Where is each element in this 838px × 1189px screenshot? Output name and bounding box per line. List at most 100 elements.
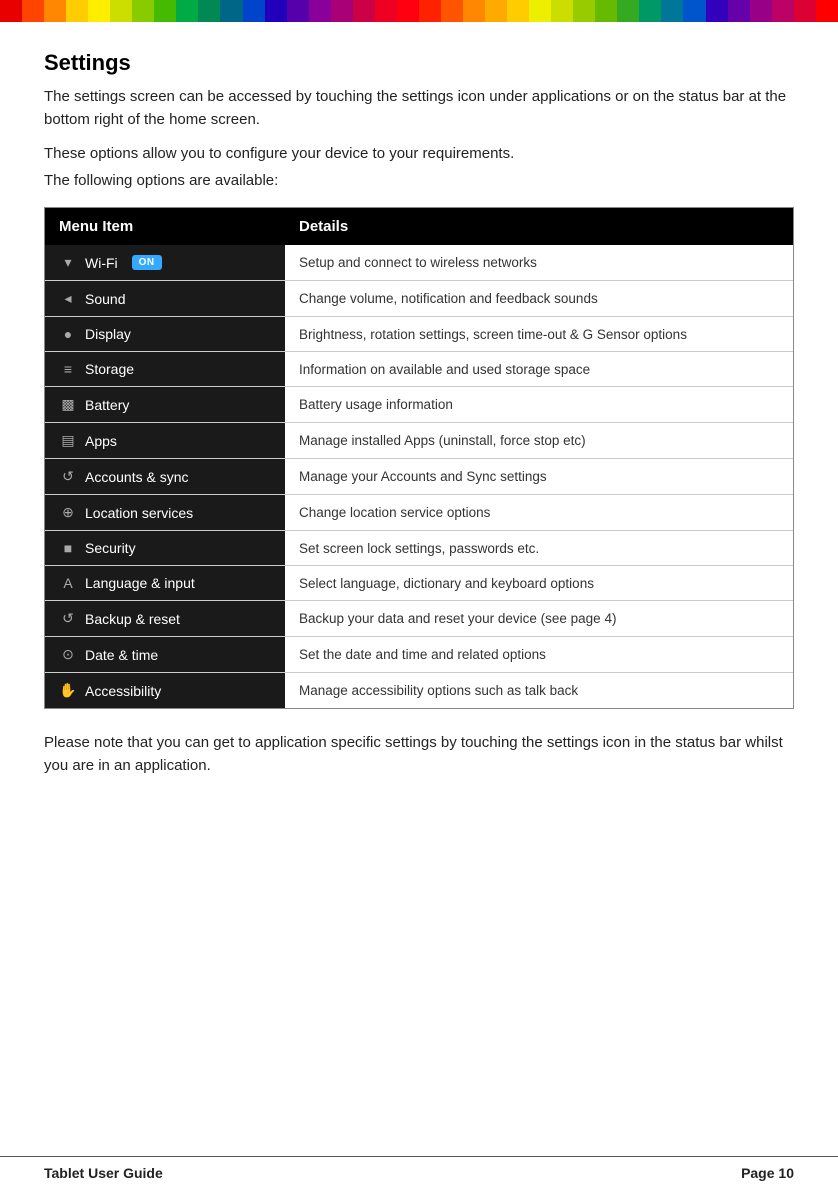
rainbow-segment [176,0,198,22]
rainbow-segment [132,0,154,22]
accounts-icon: ↺ [59,468,77,485]
details-cell: Select language, dictionary and keyboard… [285,566,793,601]
menu-item-label: Wi-Fi [85,255,118,271]
rainbow-segment [44,0,66,22]
display-icon: ● [59,326,77,342]
page-footer: Tablet User Guide Page 10 [0,1156,838,1189]
wifi-on-badge: ON [132,255,162,270]
col-header-details: Details [285,208,793,245]
menu-item-label: Accounts & sync [85,469,189,485]
table-row: A Language & input Select language, dictio… [45,566,793,601]
rainbow-segment [287,0,309,22]
rainbow-segment [617,0,639,22]
rainbow-segment [419,0,441,22]
details-cell: Manage accessibility options such as tal… [285,673,793,709]
footer-left-text: Tablet User Guide [44,1165,163,1181]
rainbow-segment [463,0,485,22]
menu-item-cell: ● Display [45,317,285,352]
rainbow-segment [706,0,728,22]
menu-item-cell: ▩Battery [45,387,285,423]
rainbow-segment [507,0,529,22]
rainbow-segment [220,0,242,22]
menu-item-cell: ≡ Storage [45,352,285,387]
page-title: Settings [44,50,794,76]
rainbow-segment [772,0,794,22]
main-content: Settings The settings screen can be acce… [0,22,838,848]
table-row: ≡ Storage Information on available and use… [45,352,793,387]
wifi-icon: ▾ [59,254,77,271]
intro-text: The settings screen can be accessed by t… [44,86,794,131]
col-header-menu-item: Menu Item [45,208,285,245]
apps-icon: ▤ [59,432,77,449]
rainbow-segment [309,0,331,22]
menu-item-label: Language & input [85,575,195,591]
rainbow-segment [198,0,220,22]
details-cell: Battery usage information [285,387,793,423]
table-header-row: Menu Item Details [45,208,793,245]
menu-item-label: Date & time [85,647,158,663]
menu-item-label: Storage [85,361,134,377]
security-icon: ■ [59,540,77,556]
rainbow-segment [485,0,507,22]
menu-item-cell: ↺Backup & reset [45,601,285,637]
menu-item-label: Battery [85,397,129,413]
menu-item-label: Location services [85,505,193,521]
menu-item-label: Apps [85,433,117,449]
menu-item-cell: A Language & input [45,566,285,601]
menu-item-label: Display [85,326,131,342]
rainbow-segment [728,0,750,22]
table-row: ■SecuritySet screen lock settings, passw… [45,531,793,566]
table-row: ▤AppsManage installed Apps (uninstall, f… [45,423,793,459]
table-row: ● Display Brightness, rotation settings, s… [45,317,793,352]
rainbow-segment [794,0,816,22]
menu-item-cell: ▾ Wi-Fi ON [45,245,285,281]
menu-item-label: Sound [85,291,125,307]
language-icon: A [59,575,77,591]
rainbow-segment [441,0,463,22]
table-row: ↺ Accounts & sync Manage your Accounts and… [45,459,793,495]
rainbow-segment [353,0,375,22]
table-row: ↺Backup & resetBackup your data and rese… [45,601,793,637]
details-cell: Brightness, rotation settings, screen ti… [285,317,793,352]
table-row: ◂SoundChange volume, notification and fe… [45,281,793,317]
details-cell: Setup and connect to wireless networks [285,245,793,281]
menu-item-cell: ⊙ Date & time [45,637,285,673]
rainbow-segment [661,0,683,22]
rainbow-segment [110,0,132,22]
menu-item-cell: ◂Sound [45,281,285,317]
details-cell: Information on available and used storag… [285,352,793,387]
details-cell: Set the date and time and related option… [285,637,793,673]
table-row: ⊕ Location services Change location servic… [45,495,793,531]
following-text: The following options are available: [44,172,794,189]
settings-table-wrapper: Menu Item Details ▾ Wi-Fi ON Setup and conn… [44,207,794,709]
table-row: ▾ Wi-Fi ON Setup and connect to wireless ne… [45,245,793,281]
location-icon: ⊕ [59,504,77,521]
menu-item-label: Accessibility [85,683,161,699]
storage-icon: ≡ [59,361,77,377]
footer-right-text: Page 10 [741,1165,794,1181]
menu-item-cell: ✋Accessibility [45,673,285,709]
rainbow-segment [265,0,287,22]
details-cell: Set screen lock settings, passwords etc. [285,531,793,566]
datetime-icon: ⊙ [59,646,77,663]
rainbow-segment [639,0,661,22]
rainbow-segment [22,0,44,22]
menu-item-label: Backup & reset [85,611,180,627]
details-cell: Change location service options [285,495,793,531]
table-row: ▩BatteryBattery usage information [45,387,793,423]
note-text: Please note that you can get to applicat… [44,731,794,778]
menu-item-cell: ■Security [45,531,285,566]
rainbow-segment [66,0,88,22]
rainbow-segment [88,0,110,22]
rainbow-segment [683,0,705,22]
rainbow-segment [154,0,176,22]
rainbow-segment [551,0,573,22]
table-row: ⊙ Date & time Set the date and time and re… [45,637,793,673]
rainbow-segment [750,0,772,22]
rainbow-segment [375,0,397,22]
rainbow-segment [0,0,22,22]
menu-item-cell: ⊕ Location services [45,495,285,531]
details-cell: Change volume, notification and feedback… [285,281,793,317]
rainbow-segment [243,0,265,22]
details-cell: Manage your Accounts and Sync settings [285,459,793,495]
